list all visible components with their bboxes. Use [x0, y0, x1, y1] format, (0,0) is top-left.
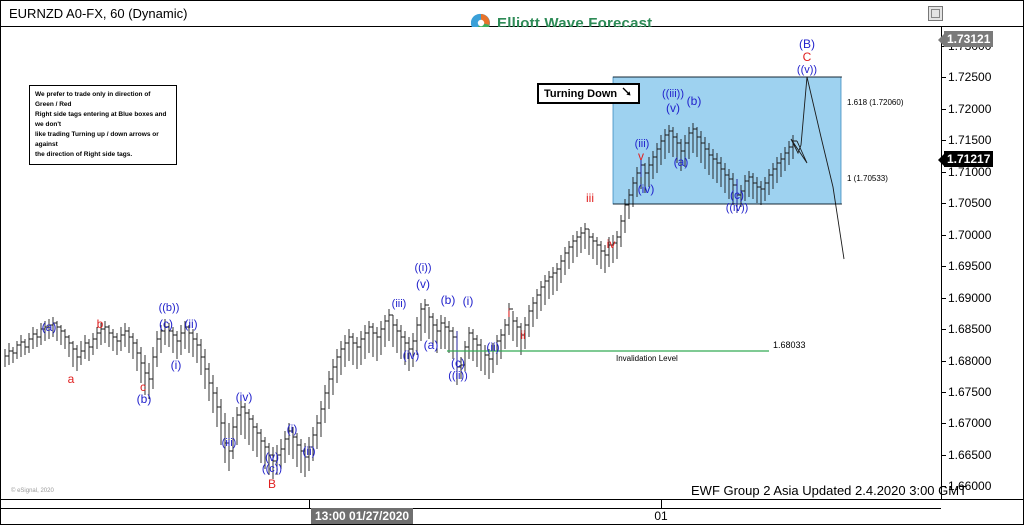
- wave-label: ((iv)): [725, 202, 749, 214]
- price-tick-label: 1.69000: [941, 290, 992, 305]
- wave-label: (i): [462, 294, 474, 308]
- wave-label: a: [67, 372, 75, 386]
- wave-label: (v): [666, 101, 680, 115]
- wave-label: (iv): [235, 390, 253, 404]
- wave-label: (c): [730, 188, 744, 202]
- wave-label: i: [507, 306, 511, 320]
- price-tick-label: 1.68000: [941, 353, 992, 368]
- update-note: EWF Group 2 Asia Updated 2.4.2020 3:00 G…: [691, 483, 968, 498]
- fib-1-label: 1 (1.70533): [847, 174, 888, 183]
- time-cursor-badge: 13:00 01/27/2020: [311, 508, 414, 524]
- wave-label: (b): [136, 392, 152, 406]
- time-tick-label: 01: [654, 509, 668, 523]
- wave-label: iv: [606, 237, 616, 251]
- last-price-badge: 1.71217: [937, 151, 994, 168]
- price-tick-label: 1.70000: [941, 227, 992, 242]
- wave-label: (ii): [302, 444, 316, 458]
- wave-label: ((c)): [261, 463, 283, 475]
- price-tick-label: 1.72500: [941, 70, 992, 85]
- wave-label: iii: [586, 191, 594, 205]
- wave-label: (v): [416, 277, 430, 291]
- invalidation-price-label: 1.68033: [773, 340, 806, 350]
- wave-label: ((iii)): [662, 88, 684, 100]
- time-axis-line: [1, 508, 941, 509]
- time-axis[interactable]: 01 13:00 01/27/2020: [1, 499, 1023, 524]
- chart-window: EURNZD A0-FX, 60 (Dynamic) Elliott Wave …: [0, 0, 1024, 525]
- wave-label: ii: [520, 328, 526, 342]
- window-restore-icon[interactable]: [928, 6, 943, 21]
- wave-label: ((i)): [414, 262, 432, 274]
- wave-label: (a): [41, 320, 57, 334]
- price-axis[interactable]: 1.730001.725001.720001.715001.710001.705…: [937, 27, 1023, 499]
- wave-label: (i): [170, 358, 182, 372]
- wave-label: (v): [265, 450, 279, 464]
- wave-label: (ii): [184, 317, 198, 331]
- price-tick-label: 1.67500: [941, 385, 992, 399]
- wave-label: (i): [286, 422, 298, 436]
- wave-label: (iv): [637, 182, 655, 196]
- wave-label: (c): [159, 317, 173, 331]
- trading-disclaimer-box: We prefer to trade only in direction of …: [29, 85, 177, 166]
- wave-label: C: [802, 50, 812, 64]
- price-tick-label: 1.70500: [941, 196, 992, 211]
- price-tick-label: 1.71500: [941, 133, 992, 148]
- price-tick-label: 1.72000: [941, 101, 992, 116]
- wave-label: (a): [423, 338, 439, 352]
- disclaimer-line-4: the direction of Right side tags.: [35, 151, 133, 159]
- wave-label: (iv): [402, 348, 420, 362]
- wave-label: ((v)): [796, 64, 818, 76]
- time-tick-mark: [661, 500, 662, 508]
- session-high-badge: 1.73121: [937, 31, 994, 48]
- time-tick-mark: [309, 500, 310, 508]
- invalidation-level-label: Invalidation Level: [616, 354, 678, 363]
- price-tick-label: 1.68500: [941, 322, 992, 337]
- page-title: EURNZD A0-FX, 60 (Dynamic): [9, 6, 188, 21]
- turning-down-tag[interactable]: Turning Down: [537, 83, 641, 104]
- wave-label: b: [96, 317, 104, 331]
- disclaimer-line-1: We prefer to trade only in direction of …: [35, 91, 151, 109]
- wave-label: (b): [686, 94, 702, 108]
- copyright-text: © eSignal, 2020: [11, 488, 54, 494]
- wave-label: (iii): [391, 298, 407, 310]
- wave-label: (B): [799, 37, 815, 51]
- price-tick-label: 1.66500: [941, 447, 992, 462]
- wave-label: (c): [451, 356, 465, 370]
- turning-down-label: Turning Down: [544, 88, 618, 100]
- wave-label: (a): [673, 155, 689, 169]
- wave-label: v: [638, 149, 644, 163]
- wave-label: B: [267, 477, 277, 491]
- price-tick-label: 1.69500: [941, 259, 992, 274]
- wave-label: (iii): [221, 437, 237, 449]
- wave-label: ((b)): [158, 302, 180, 314]
- disclaimer-line-3: like trading Turning up / down arrows or…: [35, 131, 159, 149]
- wave-label: (b): [440, 293, 456, 307]
- arrow-down-right-icon: [622, 87, 631, 96]
- wave-label: ((ii)): [448, 370, 468, 382]
- disclaimer-line-2: Right side tags entering at Blue boxes a…: [35, 111, 167, 129]
- fib-1618-label: 1.618 (1.72060): [847, 98, 904, 107]
- wave-label: (ii): [486, 340, 500, 354]
- price-tick-label: 1.67000: [941, 416, 992, 431]
